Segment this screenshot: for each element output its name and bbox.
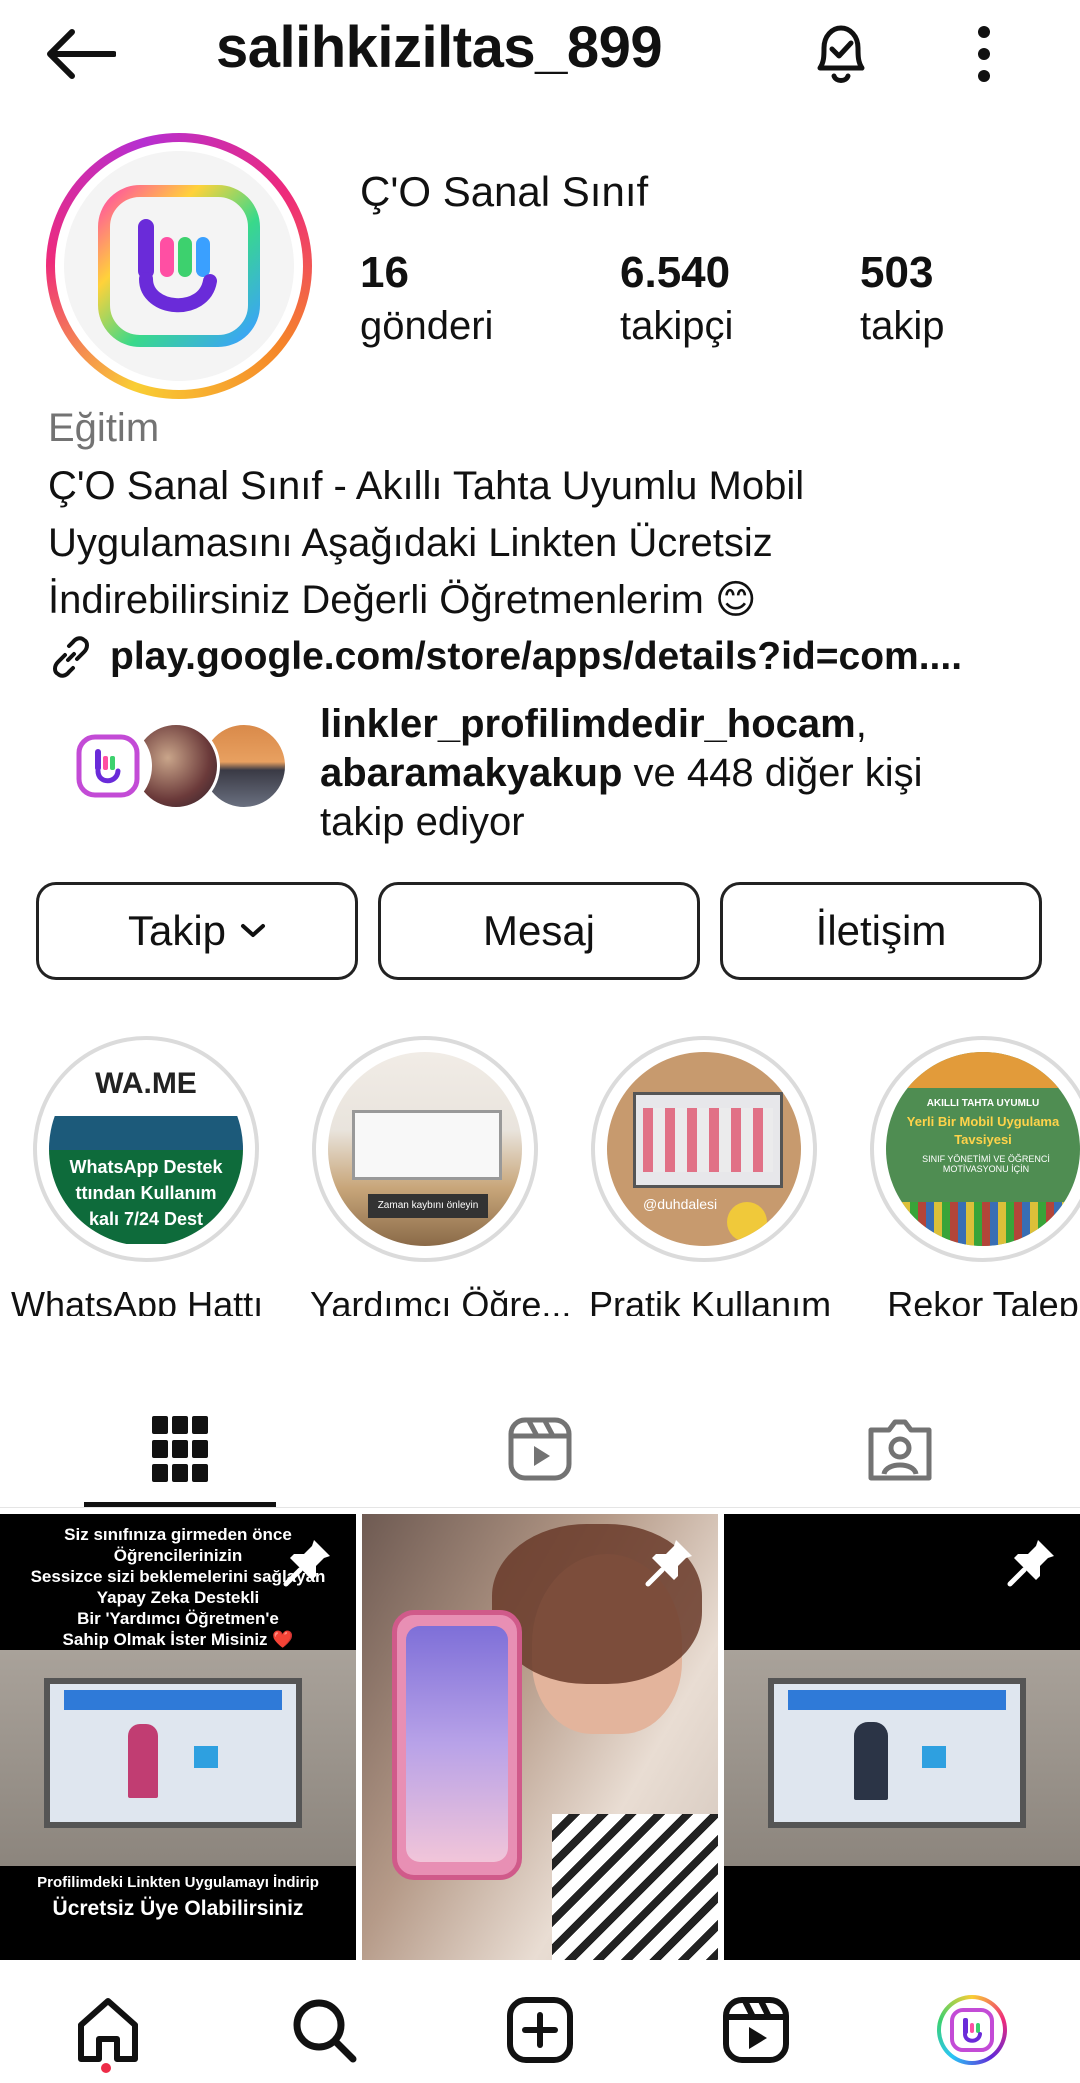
nav-search[interactable] [284, 1990, 364, 2070]
mutual-user-link[interactable]: linkler_profilimdedir_hocam [320, 702, 856, 746]
tab-tagged[interactable] [720, 1390, 1080, 1508]
profile-link-text: play.google.com/store/apps/details?id=co… [110, 635, 963, 678]
tagged-person-icon [868, 1419, 932, 1481]
post-thumbnail[interactable] [362, 1514, 718, 1960]
highlight-label: Rekor Talep [887, 1284, 1079, 1316]
notification-dot [101, 2063, 111, 2073]
nav-create[interactable] [500, 1990, 580, 2070]
mutual-avatars [64, 722, 304, 812]
profile-link[interactable]: play.google.com/store/apps/details?id=co… [48, 628, 1058, 686]
active-tab-indicator [84, 1502, 276, 1507]
bell-check-icon [817, 25, 865, 83]
notifications-button[interactable] [806, 18, 876, 88]
avatar [64, 722, 152, 810]
tab-posts[interactable] [0, 1390, 360, 1508]
more-options-button[interactable] [962, 22, 1006, 86]
highlight-label: WhatsApp Hattı [11, 1284, 264, 1316]
top-bar: salihkiziltas_899 [0, 0, 1080, 108]
highlight-item[interactable]: Zaman kaybını önleyin Yardımcı Öğre... [310, 1036, 572, 1316]
bottom-navigation [0, 1962, 1080, 2083]
profile-category: Eğitim [48, 406, 160, 450]
message-button[interactable]: Mesaj [378, 882, 700, 980]
profile-avatar-icon [937, 1995, 1007, 2065]
arrow-left-icon [47, 29, 116, 79]
profile-bio: Ç'O Sanal Sınıf - Akıllı Tahta Uyumlu Mo… [48, 464, 805, 622]
pin-icon [1007, 1540, 1054, 1587]
mutual-user-link[interactable]: abaramakyakup [320, 751, 622, 795]
pin-icon [645, 1540, 692, 1587]
mutual-followers[interactable]: linkler_profilimdedir_hocam, abaramakyak… [64, 700, 1064, 850]
reels-icon [508, 1417, 572, 1481]
back-button[interactable] [44, 22, 124, 86]
nav-profile[interactable] [932, 1990, 1012, 2070]
pin-icon [283, 1540, 330, 1587]
highlight-item[interactable]: WA.ME WhatsApp Destek ttından Kullanım k… [11, 1036, 263, 1316]
following-count[interactable]: 503 takip [860, 248, 945, 349]
highlight-label: Pratik Kullanım [589, 1284, 832, 1316]
home-icon [78, 1998, 138, 2062]
link-icon [53, 636, 89, 678]
post-thumbnail[interactable] [724, 1514, 1080, 1960]
plus-square-icon [507, 1997, 573, 2063]
display-name: Ç'O Sanal Sınıf [360, 168, 649, 215]
tab-reels[interactable] [360, 1390, 720, 1508]
posts-grid: Siz sınıfınıza girmeden önce Öğrencileri… [0, 1514, 1080, 1960]
search-icon [293, 1999, 357, 2063]
highlight-cover: AKILLI TAHTA UYUMLU Yerli Bir Mobil Uygu… [886, 1052, 1080, 1246]
highlight-cover: Zaman kaybını önleyin [328, 1052, 522, 1246]
highlight-item[interactable]: @duhdalesi Pratik Kullanım [589, 1036, 832, 1316]
profile-actions: Takip Mesaj İletişim [36, 882, 1046, 982]
post-thumbnail[interactable]: Siz sınıfınıza girmeden önce Öğrencileri… [0, 1514, 356, 1960]
chevron-down-icon [240, 922, 266, 940]
app-logo [64, 151, 294, 381]
profile-tabs [0, 1390, 1080, 1508]
nav-reels[interactable] [716, 1990, 796, 2070]
posts-count[interactable]: 16 gönderi [360, 248, 493, 349]
story-highlights: WA.ME WhatsApp Destek ttından Kullanım k… [0, 1036, 1080, 1316]
reels-icon [723, 1997, 789, 2063]
highlight-cover: WA.ME WhatsApp Destek ttından Kullanım k… [49, 1052, 243, 1246]
post-caption-bottom: Profilimdeki Linkten Uygulamayı İndirip … [37, 1874, 319, 1920]
vertical-dots-icon [978, 26, 990, 82]
profile-username: salihkiziltas_899 [216, 15, 663, 80]
nav-home[interactable] [68, 1990, 148, 2070]
followers-count[interactable]: 6.540 takipçi [620, 248, 733, 349]
profile-avatar[interactable] [46, 133, 312, 399]
highlight-item[interactable]: AKILLI TAHTA UYUMLU Yerli Bir Mobil Uygu… [868, 1036, 1080, 1316]
highlight-cover: @duhdalesi [607, 1052, 801, 1246]
grid-icon [152, 1416, 208, 1482]
highlight-label: Yardımcı Öğre... [310, 1284, 572, 1316]
mutual-followers-text: linkler_profilimdedir_hocam, abaramakyak… [320, 702, 923, 844]
follow-button[interactable]: Takip [36, 882, 358, 980]
contact-button[interactable]: İletişim [720, 882, 1042, 980]
